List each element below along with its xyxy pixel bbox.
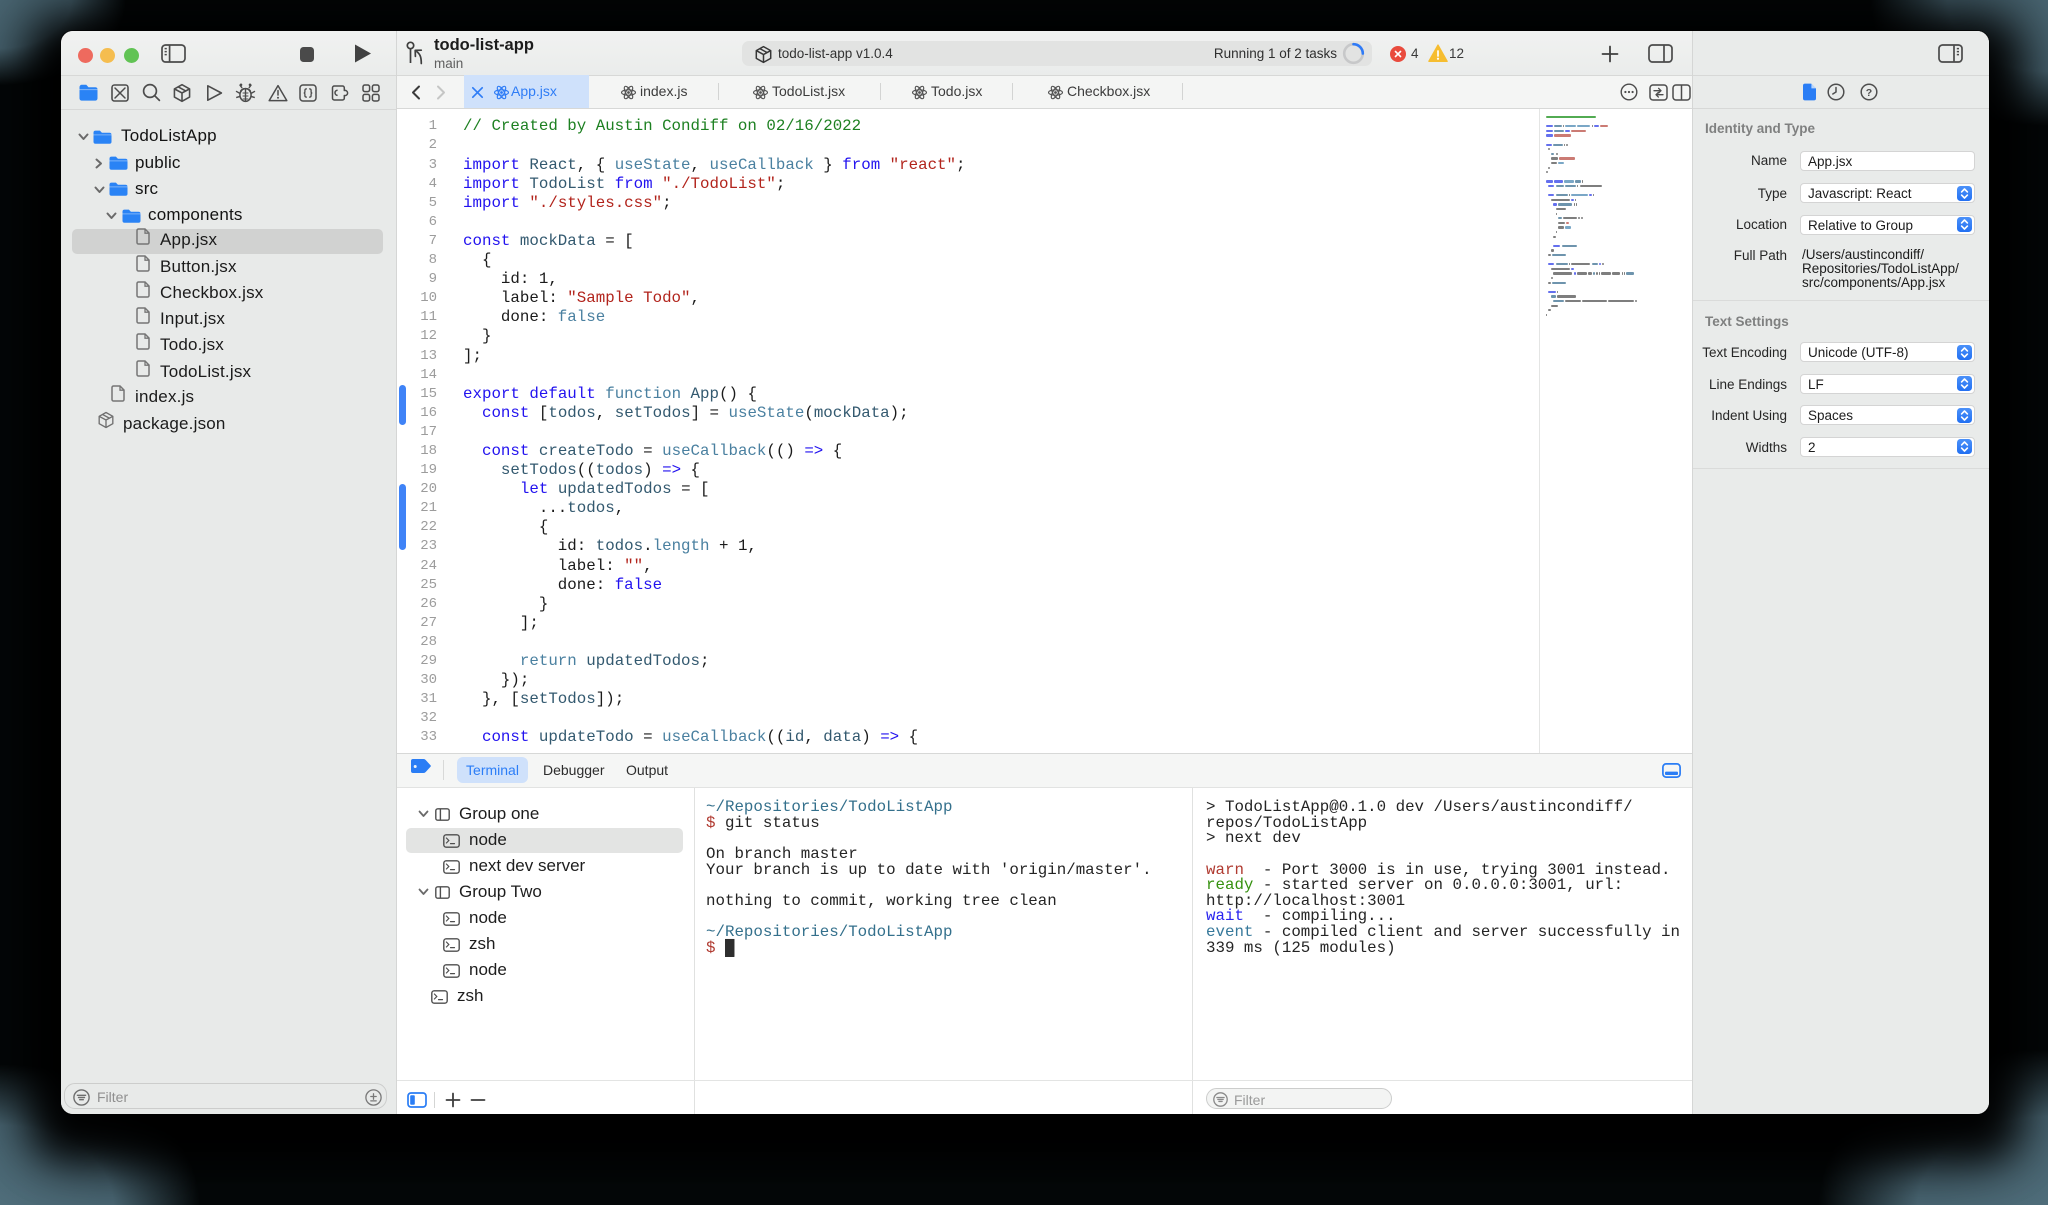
svg-text:?: ?: [1866, 87, 1872, 99]
